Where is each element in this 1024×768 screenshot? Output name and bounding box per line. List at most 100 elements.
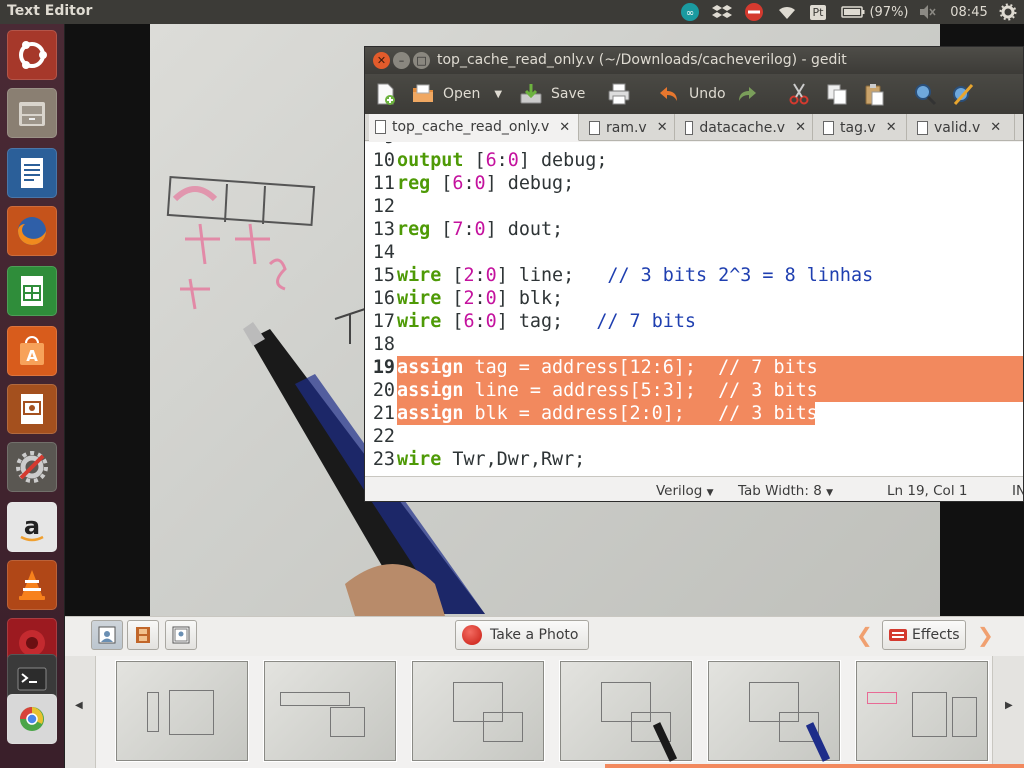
close-tab-icon[interactable]: ✕ xyxy=(990,120,1001,135)
undo-label: Undo xyxy=(689,86,726,102)
close-tab-icon[interactable]: ✕ xyxy=(795,120,806,135)
photo-thumbnail[interactable] xyxy=(855,660,989,762)
redo-button[interactable] xyxy=(735,79,759,109)
photo-thumbnail[interactable] xyxy=(115,660,249,762)
copy-button[interactable] xyxy=(825,79,849,109)
tab-label: datacache.v xyxy=(699,119,786,136)
scroll-right-icon[interactable]: ▶ xyxy=(1005,700,1013,711)
photo-thumbnail[interactable] xyxy=(263,660,397,762)
tab-datacache[interactable]: datacache.v ✕ xyxy=(679,114,813,141)
print-icon xyxy=(608,83,630,105)
status-bar: Verilog ▼ Tab Width: 8 ▼ Ln 19, Col 1 IN xyxy=(365,476,1023,501)
amazon-icon[interactable]: a xyxy=(7,502,57,552)
tab-width-label: Tab Width: 8 xyxy=(738,483,822,499)
code-line-selected: 21 assign blk = address[2:0]; // 3 bits xyxy=(372,403,818,424)
paste-button[interactable] xyxy=(862,79,886,109)
scroll-left-icon[interactable]: ◀ xyxy=(75,700,83,711)
writer-icon[interactable] xyxy=(7,148,57,198)
calc-icon[interactable] xyxy=(7,266,57,316)
keyboard-layout-label: Pt xyxy=(809,4,827,20)
burst-mode-button[interactable] xyxy=(165,620,197,650)
code-line: 16 wire [2:0] blk; xyxy=(372,288,564,309)
find-replace-button[interactable] xyxy=(951,79,975,109)
close-tab-icon[interactable]: ✕ xyxy=(886,120,897,135)
cursor-position: Ln 19, Col 1 xyxy=(887,483,968,499)
tab-tag[interactable]: tag.v ✕ xyxy=(817,114,907,141)
active-app-title: Text Editor xyxy=(7,3,93,19)
wifi-icon[interactable] xyxy=(775,2,799,22)
photo-thumbnail[interactable] xyxy=(559,660,693,762)
files-icon[interactable] xyxy=(7,88,57,138)
previous-effect-chevron-icon[interactable]: ❮ xyxy=(856,623,873,647)
arduino-icon[interactable]: ∞ xyxy=(678,2,702,22)
undo-button[interactable]: Undo xyxy=(657,79,726,109)
save-icon xyxy=(520,84,542,104)
minimize-window-button[interactable]: – xyxy=(393,52,410,69)
document-icon xyxy=(589,120,600,135)
stop-icon[interactable] xyxy=(742,2,766,22)
open-button[interactable]: Open ▼ xyxy=(411,79,502,109)
new-document-icon xyxy=(377,83,395,105)
close-window-button[interactable]: ✕ xyxy=(373,52,390,69)
close-tab-icon[interactable]: ✕ xyxy=(657,120,668,135)
photo-mode-icon xyxy=(98,626,116,644)
system-settings-icon[interactable] xyxy=(7,442,57,492)
cheese-controls: Take a Photo ❮ Effects ❯ xyxy=(65,616,1024,656)
tab-top-cache-read-only[interactable]: top_cache_read_only.v ✕ xyxy=(369,114,579,141)
keyboard-layout-icon[interactable]: Pt xyxy=(806,2,830,22)
chrome-stack-icon[interactable] xyxy=(7,694,57,744)
video-mode-button[interactable] xyxy=(127,620,159,650)
print-button[interactable] xyxy=(607,79,631,109)
document-icon xyxy=(685,120,694,135)
thumbnail-strip: ◀ ▶ xyxy=(65,656,1024,768)
photo-thumbnail[interactable] xyxy=(707,660,841,762)
effects-button[interactable]: Effects xyxy=(882,620,966,650)
redo-icon xyxy=(739,87,756,101)
new-document-button[interactable] xyxy=(373,79,397,109)
photo-thumbnail[interactable] xyxy=(411,660,545,762)
effects-label: Effects xyxy=(912,627,960,643)
save-button[interactable]: Save xyxy=(519,79,585,109)
tab-label: top_cache_read_only.v xyxy=(392,119,550,135)
undo-icon xyxy=(660,87,677,101)
document-icon xyxy=(375,120,386,134)
battery-percent: (97%) xyxy=(869,4,909,20)
software-center-icon[interactable]: A xyxy=(7,326,57,376)
open-folder-icon xyxy=(413,84,433,102)
impress-icon[interactable] xyxy=(7,384,57,434)
code-line: 13 reg [7:0] dout; xyxy=(372,219,564,240)
cut-button[interactable] xyxy=(787,79,811,109)
photo-mode-button[interactable] xyxy=(91,620,123,650)
settings-gear-icon[interactable] xyxy=(996,2,1020,22)
progress-indicator xyxy=(605,764,1024,768)
dropbox-icon[interactable] xyxy=(710,2,734,22)
find-button[interactable] xyxy=(913,79,937,109)
firefox-icon[interactable] xyxy=(7,206,57,256)
language-selector[interactable]: Verilog ▼ xyxy=(656,483,714,499)
next-effect-chevron-icon[interactable]: ❯ xyxy=(977,623,994,647)
battery-icon[interactable] xyxy=(840,2,866,22)
code-line: 23 wire Twr,Dwr,Rwr; xyxy=(372,449,586,470)
window-title: top_cache_read_only.v (~/Downloads/cache… xyxy=(437,52,847,68)
launcher: A a xyxy=(0,24,65,768)
record-icon xyxy=(462,625,482,645)
code-editor[interactable]: 9 10output [6:0] debug; 11reg [6:0] debu… xyxy=(365,142,1023,476)
close-tab-icon[interactable]: ✕ xyxy=(559,120,570,135)
vlc-icon[interactable] xyxy=(7,560,57,610)
take-photo-button[interactable]: Take a Photo xyxy=(455,620,589,650)
clock[interactable]: 08:45 xyxy=(948,2,990,22)
code-line: 15 wire [2:0] line; // 3 bits 2^3 = 8 lin… xyxy=(372,265,874,286)
open-dropdown-chevron-icon[interactable]: ▼ xyxy=(494,89,502,100)
tab-valid[interactable]: valid.v ✕ xyxy=(911,114,1015,141)
volume-muted-icon[interactable] xyxy=(916,2,938,22)
gedit-window: ✕ – □ top_cache_read_only.v (~/Downloads… xyxy=(364,46,1024,502)
code-line: 17 wire [6:0] tag; // 7 bits xyxy=(372,311,696,332)
code-line-selected: 20 assign line = address[5:3]; // 3 bits xyxy=(372,380,818,401)
tab-ram[interactable]: ram.v ✕ xyxy=(583,114,675,141)
code-line: 18 xyxy=(372,334,395,355)
film-icon xyxy=(136,627,150,643)
ubuntu-dash-icon[interactable] xyxy=(7,30,57,80)
maximize-window-button[interactable]: □ xyxy=(413,52,430,69)
tab-width-selector[interactable]: Tab Width: 8 ▼ xyxy=(738,483,833,499)
paste-icon xyxy=(865,84,884,106)
